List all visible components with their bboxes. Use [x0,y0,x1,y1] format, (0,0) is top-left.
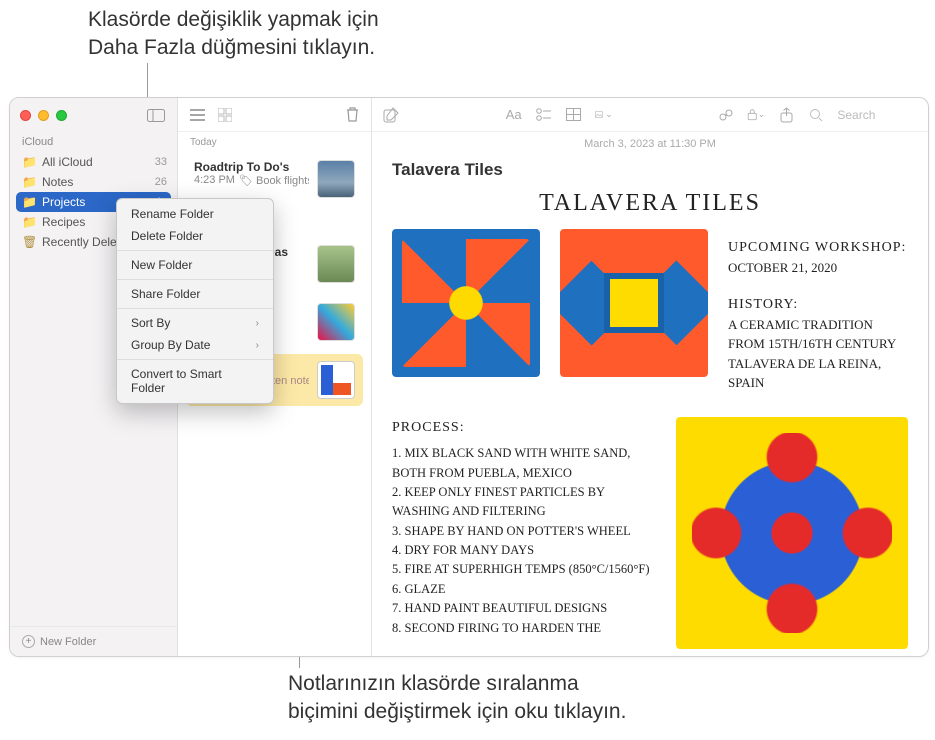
folder-context-menu: Rename Folder Delete Folder New Folder Shar… [116,198,274,404]
sidebar-item-label: All iCloud [42,155,149,169]
callout-bottom: Notlarınızın klasörde sıralanma biçimini… [288,670,728,727]
process-step: 6. GLAZE [392,580,658,599]
new-folder-label: New Folder [40,636,96,648]
menu-item-convert-to-smart-folder[interactable]: Convert to Smart Folder [117,363,273,399]
note-title: Roadtrip To Do's [194,160,309,174]
compose-icon[interactable] [382,106,400,124]
search-input[interactable]: Search [837,108,918,122]
process-step: 8. SECOND FIRING TO HARDEN THE [392,619,658,638]
folder-icon: 📁 [22,155,36,169]
editor-toolbar: Aa ⌄ ⌄ Search [372,98,928,132]
sidebar-item-label: Projects [42,195,126,209]
menu-separator [117,279,273,280]
menu-item-label: Delete Folder [131,229,203,243]
editor-pane: Aa ⌄ ⌄ Search Marc [372,98,928,656]
process-step: 5. FIRE AT SUPERHIGH TEMPS (850°C/1560°F… [392,560,658,579]
note-text-block: UPCOMING WORKSHOP: OCTOBER 21, 2020 HIST… [728,229,908,393]
checklist-icon[interactable] [535,106,553,124]
plus-icon: + [22,635,35,648]
handwritten-title: TALAVERA TILES [392,190,908,217]
menu-item-label: Sort By [131,316,170,330]
sidebar-item-count: 26 [155,176,167,188]
process-step: 2. KEEP ONLY FINEST PARTICLES BY WASHING… [392,483,658,522]
note-subtitle: 4:23 PM 🏷 Book flights … [194,174,309,187]
format-icon[interactable]: Aa [505,106,523,124]
search-icon[interactable] [807,106,825,124]
zoom-window-button[interactable] [56,110,67,121]
note-thumbnail [317,245,355,283]
minimize-window-button[interactable] [38,110,49,121]
link-icon[interactable] [717,106,735,124]
list-section-label: Today [178,132,371,150]
menu-item-label: Convert to Smart Folder [131,367,259,395]
sidebar-section-label: iCloud [10,132,177,152]
trash-icon[interactable] [343,106,361,124]
window-controls [10,98,177,132]
folder-icon: 📁 [22,215,36,229]
menu-item-label: New Folder [131,258,192,272]
table-icon[interactable] [565,106,583,124]
menu-separator [117,308,273,309]
sidebar-toggle-icon[interactable] [145,107,167,123]
note-body[interactable]: Talavera Tiles TALAVERA TILES UPCOMING W… [372,156,928,656]
new-folder-button[interactable]: + New Folder [10,626,177,656]
callout-leader [147,63,148,97]
list-view-icon[interactable] [188,106,206,124]
tile-image-1 [392,229,540,377]
note-heading: Talavera Tiles [392,160,908,180]
note-thumbnail [317,303,355,341]
chevron-right-icon: › [256,340,259,351]
process-step: 4. DRY FOR MANY DAYS [392,541,658,560]
note-timestamp: March 3, 2023 at 11:30 PM [372,132,928,156]
menu-separator [117,250,273,251]
menu-item-label: Group By Date [131,338,210,352]
callout-top: Klasörde değişiklik yapmak için Daha Faz… [88,6,528,63]
menu-separator [117,359,273,360]
menu-item-share-folder[interactable]: Share Folder [117,283,273,305]
folder-icon: 📁 [22,175,36,189]
list-toolbar [178,98,371,132]
grid-view-icon[interactable] [216,106,234,124]
note-thumbnail [317,160,355,198]
process-step: 1. MIX BLACK SAND WITH WHITE SAND, BOTH … [392,444,658,483]
menu-item-sort-by[interactable]: Sort By › [117,312,273,334]
media-icon[interactable]: ⌄ [595,106,613,124]
menu-item-group-by-date[interactable]: Group By Date › [117,334,273,356]
tile-image-3 [676,417,908,649]
menu-item-label: Share Folder [131,287,200,301]
menu-item-rename-folder[interactable]: Rename Folder [117,203,273,225]
sidebar-item-count: 33 [155,156,167,168]
close-window-button[interactable] [20,110,31,121]
chevron-right-icon: › [256,318,259,329]
menu-item-delete-folder[interactable]: Delete Folder [117,225,273,247]
menu-item-new-folder[interactable]: New Folder [117,254,273,276]
note-thumbnail [317,361,355,399]
process-block: PROCESS: 1. MIX BLACK SAND WITH WHITE SA… [392,417,658,649]
sidebar-item-notes[interactable]: 📁 Notes 26 [10,172,177,192]
lock-icon[interactable]: ⌄ [747,106,765,124]
trash-icon: 🗑 [22,235,36,249]
menu-item-label: Rename Folder [131,207,214,221]
process-step: 7. HAND PAINT BEAUTIFUL DESIGNS [392,599,658,618]
process-step: 3. SHAPE BY HAND ON POTTER'S WHEEL [392,522,658,541]
sidebar-item-label: Notes [42,175,149,189]
tile-image-2 [560,229,708,377]
share-icon[interactable] [777,106,795,124]
sidebar-item-all-icloud[interactable]: 📁 All iCloud 33 [10,152,177,172]
folder-icon: 📁 [22,195,36,209]
